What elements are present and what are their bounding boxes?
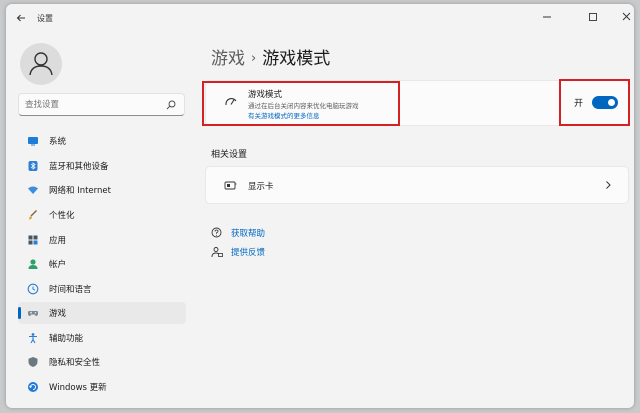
graphics-card-icon — [224, 181, 237, 190]
sidebar-item-windows-update[interactable]: Windows 更新 — [18, 376, 186, 398]
highlight-box-toggle — [559, 79, 630, 126]
feedback-icon — [211, 247, 223, 258]
page-title: 游戏模式 — [262, 49, 331, 69]
display-card-row[interactable]: 显示卡 — [205, 166, 629, 204]
breadcrumb-separator: › — [251, 51, 257, 66]
search-box[interactable] — [18, 93, 185, 116]
sidebar-item-label: 蓝牙和其他设备 — [49, 162, 109, 172]
window-title: 设置 — [37, 14, 53, 23]
sidebar-item-label: 帐户 — [49, 260, 67, 270]
brush-icon — [29, 209, 38, 220]
update-icon — [28, 382, 38, 392]
person-icon — [28, 259, 38, 269]
back-arrow-icon[interactable] — [16, 13, 26, 23]
sidebar-item-system[interactable]: 系统 — [18, 130, 186, 152]
search-input[interactable] — [25, 98, 155, 112]
sidebar-item-label: 应用 — [49, 236, 67, 246]
sidebar-item-label: 网络和 Internet — [49, 186, 111, 196]
title-bar: 设置 — [6, 4, 634, 32]
sidebar-item-label: 隐私和安全性 — [49, 358, 101, 368]
sidebar-item-accessibility[interactable]: 辅助功能 — [18, 327, 186, 349]
chevron-right-icon — [606, 181, 611, 189]
get-help-link[interactable]: 获取帮助 — [211, 226, 331, 240]
avatar[interactable] — [20, 43, 62, 85]
sidebar-item-label: 个性化 — [49, 211, 75, 221]
related-settings-heading: 相关设置 — [211, 150, 248, 160]
sidebar-item-label: 游戏 — [49, 309, 67, 319]
display-card-label: 显示卡 — [248, 182, 274, 192]
sidebar-item-privacy[interactable]: 隐私和安全性 — [18, 351, 186, 373]
monitor-icon — [28, 137, 38, 146]
accessibility-icon — [29, 333, 37, 344]
apps-icon — [28, 235, 38, 245]
maximize-icon[interactable] — [586, 11, 600, 23]
sidebar-item-label: 系统 — [49, 137, 67, 147]
get-help-label: 获取帮助 — [231, 229, 266, 239]
highlight-box-game-mode — [202, 81, 400, 126]
breadcrumb: 游戏 › 游戏模式 — [211, 44, 330, 69]
sidebar-item-personalization[interactable]: 个性化 — [18, 204, 186, 226]
sidebar-item-apps[interactable]: 应用 — [18, 229, 186, 251]
feedback-label: 提供反馈 — [231, 248, 266, 258]
minimize-icon[interactable] — [540, 11, 554, 23]
sidebar-item-accounts[interactable]: 帐户 — [18, 253, 186, 275]
settings-window: 设置 系统 蓝牙和其 — [6, 4, 634, 408]
sidebar-item-label: 时间和语言 — [49, 285, 92, 295]
search-icon[interactable] — [166, 100, 176, 110]
selection-indicator — [18, 307, 21, 319]
shield-icon — [28, 357, 38, 367]
feedback-link[interactable]: 提供反馈 — [211, 245, 331, 259]
sidebar-item-network[interactable]: 网络和 Internet — [18, 179, 186, 201]
help-chat-icon — [211, 227, 222, 238]
sidebar-item-time-language[interactable]: 时间和语言 — [18, 278, 186, 300]
sidebar-item-label: 辅助功能 — [49, 334, 84, 344]
bluetooth-icon — [28, 161, 38, 171]
sidebar-item-label: Windows 更新 — [49, 383, 107, 393]
wifi-icon — [28, 186, 38, 194]
sidebar-item-gaming[interactable]: 游戏 — [18, 302, 186, 324]
close-icon[interactable] — [620, 11, 634, 23]
breadcrumb-parent[interactable]: 游戏 — [211, 49, 245, 69]
user-icon — [29, 52, 53, 76]
sidebar-item-bluetooth[interactable]: 蓝牙和其他设备 — [18, 155, 186, 177]
gamepad-icon — [28, 311, 38, 316]
globe-clock-icon — [27, 283, 39, 295]
